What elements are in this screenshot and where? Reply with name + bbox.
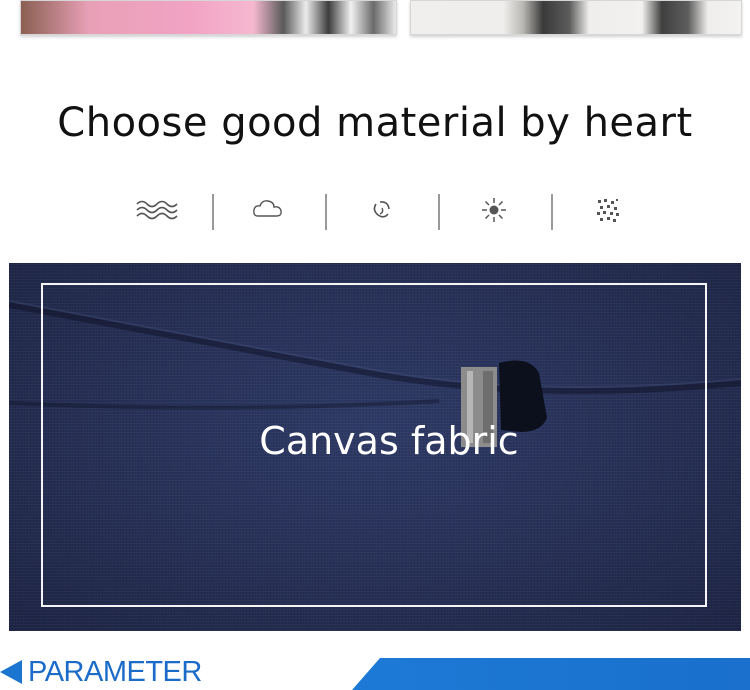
swirl-icon bbox=[368, 196, 408, 224]
divider bbox=[551, 194, 553, 230]
divider bbox=[325, 194, 327, 230]
divider bbox=[212, 194, 214, 230]
section-title: Choose good material by heart bbox=[57, 100, 693, 146]
divider bbox=[438, 194, 440, 230]
waves-icon bbox=[135, 196, 178, 224]
product-photo-left bbox=[20, 0, 397, 35]
dots-icon bbox=[594, 196, 634, 224]
cloud-icon bbox=[252, 196, 292, 224]
product-photo-right bbox=[410, 0, 742, 35]
parameter-marker bbox=[0, 660, 22, 684]
parameter-bar bbox=[352, 658, 750, 690]
sun-icon bbox=[480, 196, 520, 224]
fabric-label: Canvas fabric bbox=[259, 419, 519, 463]
feature-icons-row bbox=[100, 190, 665, 232]
parameter-heading: PARAMETER bbox=[28, 656, 202, 688]
